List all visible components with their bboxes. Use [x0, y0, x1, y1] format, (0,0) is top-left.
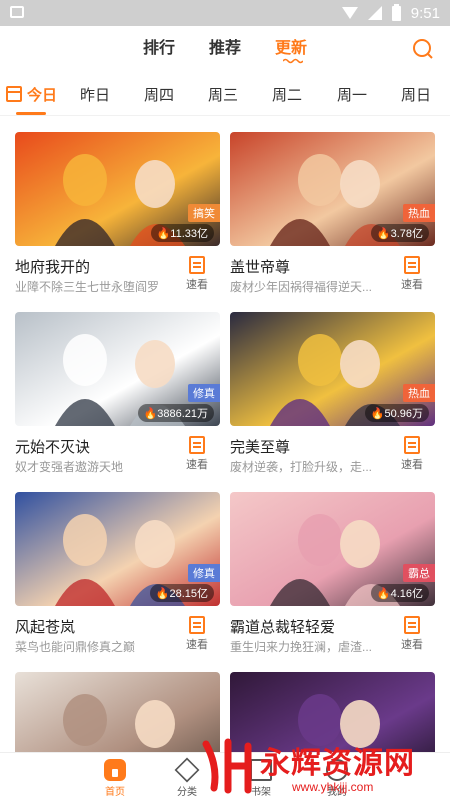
- genre-tag: 热血: [403, 204, 435, 222]
- watermark-logo-icon: [202, 738, 252, 794]
- day-tab-wednesday[interactable]: 周三: [208, 84, 238, 105]
- document-icon: [189, 616, 205, 634]
- comic-title[interactable]: 盖世帝尊: [230, 256, 290, 277]
- watermark: 永辉资源网 www.yhkjjj.com: [200, 734, 450, 800]
- quick-read-button[interactable]: 速看: [399, 616, 425, 652]
- quick-read-label: 速看: [186, 639, 208, 651]
- view-count-value: 3.78亿: [390, 228, 423, 240]
- tab-ranking[interactable]: 排行: [143, 34, 175, 58]
- comic-cover[interactable]: 热血 🔥3.78亿: [230, 132, 435, 246]
- view-count-value: 28.15亿: [169, 588, 208, 600]
- search-icon[interactable]: [412, 38, 434, 60]
- document-icon: [404, 616, 420, 634]
- watermark-text: 永辉资源网: [260, 747, 415, 780]
- document-icon: [404, 436, 420, 454]
- genre-tag: 霸总: [403, 564, 435, 582]
- view-count-value: 4.16亿: [390, 588, 423, 600]
- tab-update-label: 更新: [275, 40, 308, 57]
- active-day-underline: [16, 112, 46, 115]
- comic-cover[interactable]: 热血 🔥50.96万: [230, 312, 435, 426]
- bottom-nav-category-label: 分类: [177, 787, 197, 798]
- view-count: 🔥3886.21万: [137, 404, 214, 422]
- comic-cover[interactable]: 霸总 🔥4.16亿: [230, 492, 435, 606]
- top-tabs: 排行 推荐 更新: [0, 34, 450, 64]
- home-icon: [104, 759, 126, 781]
- view-count: 🔥28.15亿: [149, 584, 214, 602]
- watermark-url: www.yhkjjj.com: [292, 780, 374, 794]
- document-icon: [189, 436, 205, 454]
- comic-description: 重生归来力挽狂澜，虐渣...: [230, 640, 373, 654]
- quick-read-label: 速看: [186, 279, 208, 291]
- comic-description: 废材逆袭，打脸升级，走...: [230, 460, 373, 474]
- comic-cover[interactable]: 修真 🔥28.15亿: [15, 492, 220, 606]
- quick-read-button[interactable]: 速看: [184, 256, 210, 292]
- quick-read-label: 速看: [401, 459, 423, 471]
- quick-read-button[interactable]: 速看: [399, 256, 425, 292]
- genre-tag: 修真: [188, 384, 220, 402]
- status-right: 9:51: [341, 3, 440, 22]
- comic-description: 菜鸟也能问鼎修真之巅: [15, 640, 136, 654]
- view-count-value: 11.33亿: [170, 228, 208, 240]
- tab-update[interactable]: 更新: [275, 34, 308, 64]
- day-tab-thursday[interactable]: 周四: [144, 84, 174, 105]
- day-tab-today[interactable]: 今日: [27, 84, 57, 105]
- tab-recommend[interactable]: 推荐: [209, 34, 241, 58]
- day-tab-sunday[interactable]: 周日: [401, 84, 431, 105]
- view-count-value: 50.96万: [384, 408, 423, 420]
- comic-title[interactable]: 元始不灭诀: [15, 436, 90, 457]
- day-tab-monday[interactable]: 周一: [337, 84, 367, 105]
- quick-read-button[interactable]: 速看: [399, 436, 425, 472]
- quick-read-label: 速看: [401, 639, 423, 651]
- comic-cover[interactable]: 修真 🔥3886.21万: [15, 312, 220, 426]
- wave-underline-icon: [283, 58, 303, 64]
- genre-tag: 热血: [403, 384, 435, 402]
- day-tabs: 今日 昨日 周四 周三 周二 周一 周日: [0, 72, 450, 116]
- view-count: 🔥50.96万: [364, 404, 429, 422]
- view-count-value: 3886.21万: [157, 408, 208, 420]
- quick-read-button[interactable]: 速看: [184, 436, 210, 472]
- calendar-icon: [6, 86, 22, 102]
- category-icon: [174, 757, 200, 783]
- battery-icon: [391, 3, 401, 21]
- comic-title[interactable]: 霸道总裁轻轻爱: [230, 616, 335, 637]
- comic-description: 废材少年因祸得福得逆天...: [230, 280, 373, 294]
- day-tab-yesterday[interactable]: 昨日: [80, 84, 110, 105]
- day-tab-tuesday[interactable]: 周二: [272, 84, 302, 105]
- status-time: 9:51: [410, 4, 440, 22]
- quick-read-label: 速看: [186, 459, 208, 471]
- wifi-icon: [341, 7, 358, 19]
- comic-cover[interactable]: 搞笑 🔥11.33亿: [15, 132, 220, 246]
- bottom-nav-home-label: 首页: [105, 787, 125, 798]
- top-navigation: 排行 推荐 更新: [0, 26, 450, 70]
- quick-read-label: 速看: [401, 279, 423, 291]
- document-icon: [189, 256, 205, 274]
- comic-description: 业障不除三生七世永堕阎罗: [15, 280, 160, 294]
- signal-icon: [367, 6, 382, 20]
- genre-tag: 搞笑: [188, 204, 220, 222]
- status-bar: 9:51: [0, 0, 450, 26]
- genre-tag: 修真: [188, 564, 220, 582]
- bottom-nav-home[interactable]: 首页: [90, 759, 140, 798]
- comic-title[interactable]: 风起苍岚: [15, 616, 75, 637]
- view-count: 🔥3.78亿: [370, 224, 429, 242]
- view-count: 🔥4.16亿: [370, 584, 429, 602]
- comic-description: 奴才变强者遨游天地: [15, 460, 124, 474]
- comic-title[interactable]: 地府我开的: [15, 256, 90, 277]
- comic-title[interactable]: 完美至尊: [230, 436, 290, 457]
- view-count: 🔥11.33亿: [150, 224, 214, 242]
- document-icon: [404, 256, 420, 274]
- quick-read-button[interactable]: 速看: [184, 616, 210, 652]
- image-notification-icon: [10, 6, 24, 18]
